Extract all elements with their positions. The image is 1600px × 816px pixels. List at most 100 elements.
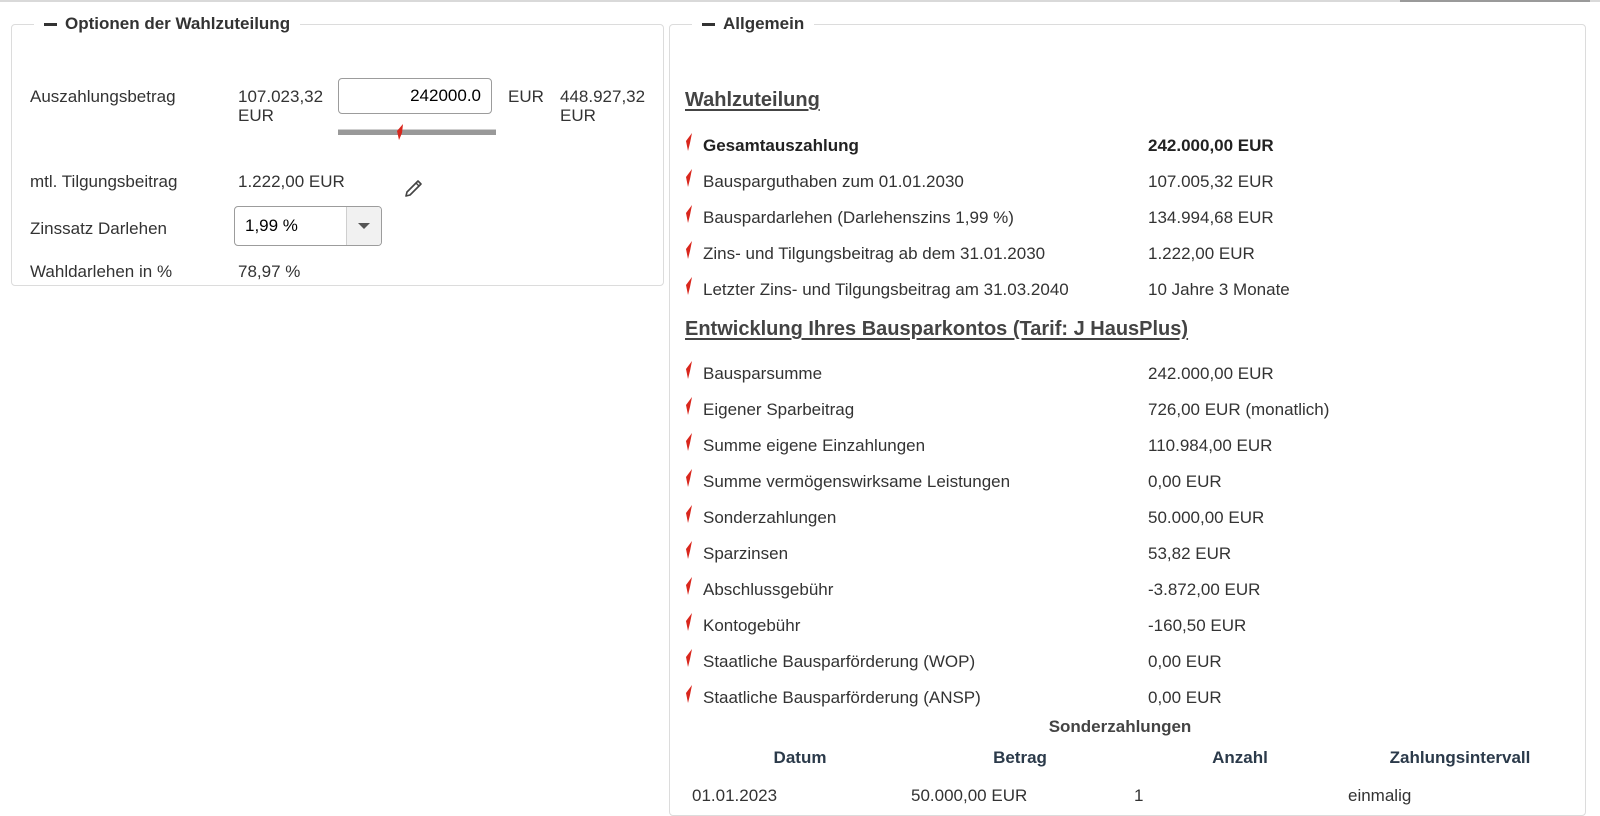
- entwicklung-row: Sonderzahlungen 50.000,00 EUR: [685, 505, 1565, 530]
- table-header-datum: Datum: [773, 748, 827, 767]
- entwicklung-row: Kontogebühr -160,50 EUR: [685, 613, 1565, 638]
- row-label: Bauspardarlehen (Darlehenszins 1,99 %): [703, 208, 1014, 227]
- red-marker-icon: [686, 169, 692, 187]
- row-label: Gesamtauszahlung: [703, 136, 859, 155]
- zinssatz-label: Zinssatz Darlehen: [30, 219, 168, 238]
- red-marker-icon: [686, 397, 692, 415]
- red-marker-icon: [686, 469, 692, 487]
- general-panel-legend[interactable]: Allgemein: [692, 14, 814, 34]
- wahlzuteilung-row: Letzter Zins- und Tilgungsbeitrag am 31.…: [685, 277, 1565, 302]
- collapse-icon[interactable]: [44, 22, 57, 26]
- table-header-zahlungsintervall: Zahlungsintervall: [1389, 748, 1531, 767]
- row-value: -3.872,00 EUR: [1148, 580, 1261, 599]
- red-marker-icon: [686, 133, 692, 151]
- entwicklung-row: Staatliche Bausparförderung (ANSP) 0,00 …: [685, 685, 1565, 710]
- row-value: 107.005,32 EUR: [1148, 172, 1274, 191]
- row-value: -160,50 EUR: [1148, 616, 1247, 635]
- red-marker-icon: [686, 205, 692, 223]
- row-label: Kontogebühr: [703, 616, 801, 635]
- entwicklung-row: Summe vermögenswirksame Leistungen 0,00 …: [685, 469, 1565, 494]
- options-panel: Optionen der Wahlzuteilung Auszahlungsbe…: [11, 14, 664, 286]
- row-label: Bausparguthaben zum 01.01.2030: [703, 172, 964, 191]
- auszahlung-min: 107.023,32 EUR: [238, 87, 323, 125]
- entwicklung-row: Eigener Sparbeitrag 726,00 EUR (monatlic…: [685, 397, 1565, 422]
- red-marker-icon: [686, 361, 692, 379]
- auszahlung-slider-track[interactable]: [338, 129, 496, 135]
- slider-thumb-icon[interactable]: [396, 124, 404, 140]
- row-value: 110.984,00 EUR: [1148, 436, 1273, 455]
- wahlzuteilung-heading: Wahlzuteilung: [685, 89, 820, 111]
- top-corner-edge: [1400, 0, 1590, 2]
- wahlzuteilung-row: Zins- und Tilgungsbeitrag ab dem 31.01.2…: [685, 241, 1565, 266]
- row-value: 242.000,00 EUR: [1148, 136, 1274, 155]
- red-marker-icon: [686, 649, 692, 667]
- row-label: Sparzinsen: [703, 544, 789, 563]
- entwicklung-row: Abschlussgebühr -3.872,00 EUR: [685, 577, 1565, 602]
- top-shadow: [0, 0, 1600, 2]
- zinssatz-selected[interactable]: 1,99 %: [235, 207, 346, 245]
- sonderzahlungen-table-caption: Sonderzahlungen: [1048, 717, 1192, 736]
- wahlzuteilung-row: Bauspardarlehen (Darlehenszins 1,99 %) 1…: [685, 205, 1565, 230]
- options-panel-legend[interactable]: Optionen der Wahlzuteilung: [34, 14, 300, 34]
- row-value: 50.000,00 EUR: [1148, 508, 1265, 527]
- row-value: 0,00 EUR: [1148, 472, 1222, 491]
- auszahlung-min-value: 107.023,32: [238, 87, 324, 106]
- row-value: 0,00 EUR: [1148, 652, 1222, 671]
- auszahlung-min-unit: EUR: [238, 106, 274, 125]
- entwicklung-row: Summe eigene Einzahlungen 110.984,00 EUR: [685, 433, 1565, 458]
- table-cell-betrag: 50.000,00 EUR: [911, 786, 1028, 805]
- wahldarlehen-value: 78,97 %: [238, 262, 301, 281]
- red-marker-icon: [686, 613, 692, 631]
- entwicklung-row: Staatliche Bausparförderung (WOP) 0,00 E…: [685, 649, 1565, 674]
- row-label: Eigener Sparbeitrag: [703, 400, 855, 419]
- wahlzuteilung-row: Gesamtauszahlung 242.000,00 EUR: [685, 133, 1565, 158]
- tilgungsbeitrag-label: mtl. Tilgungsbeitrag: [30, 172, 178, 191]
- row-label: Sonderzahlungen: [703, 508, 837, 527]
- general-panel: Allgemein Wahlzuteilung Gesamtauszahlung…: [669, 14, 1586, 816]
- row-label: Abschlussgebühr: [703, 580, 834, 599]
- row-value: 242.000,00 EUR: [1148, 364, 1274, 383]
- pencil-icon[interactable]: [403, 175, 425, 197]
- zinssatz-select[interactable]: 1,99 %: [234, 206, 382, 246]
- red-marker-icon: [686, 685, 692, 703]
- entwicklung-row: Bausparsumme 242.000,00 EUR: [685, 361, 1565, 386]
- row-label: Letzter Zins- und Tilgungsbeitrag am 31.…: [703, 280, 1069, 299]
- general-panel-title: Allgemein: [723, 14, 805, 33]
- auszahlung-max-value: 448.927,32: [560, 87, 646, 106]
- wahlzuteilung-row: Bausparguthaben zum 01.01.2030 107.005,3…: [685, 169, 1565, 194]
- row-label: Bausparsumme: [703, 364, 823, 383]
- row-label: Summe eigene Einzahlungen: [703, 436, 926, 455]
- row-label: Zins- und Tilgungsbeitrag ab dem 31.01.2…: [703, 244, 1046, 263]
- chevron-down-icon: [358, 223, 370, 229]
- table-cell-anzahl: 1: [1134, 786, 1144, 805]
- row-label: Staatliche Bausparförderung (WOP): [703, 652, 976, 671]
- row-value: 1.222,00 EUR: [1148, 244, 1255, 263]
- tilgungsbeitrag-value: 1.222,00 EUR: [238, 172, 345, 191]
- red-marker-icon: [686, 577, 692, 595]
- auszahlung-max: 448.927,32 EUR: [560, 87, 645, 125]
- options-panel-title: Optionen der Wahlzuteilung: [65, 14, 291, 33]
- red-marker-icon: [686, 277, 692, 295]
- zinssatz-dropdown-button[interactable]: [346, 207, 381, 245]
- table-cell-zahlungsintervall: einmalig: [1348, 786, 1412, 805]
- auszahlungsbetrag-input[interactable]: [338, 78, 492, 114]
- collapse-icon[interactable]: [702, 22, 715, 26]
- red-marker-icon: [686, 241, 692, 259]
- auszahlungsbetrag-label: Auszahlungsbetrag: [30, 87, 176, 106]
- row-value: 0,00 EUR: [1148, 688, 1222, 707]
- table-header-anzahl: Anzahl: [1212, 748, 1268, 767]
- table-header-betrag: Betrag: [993, 748, 1047, 767]
- row-value: 53,82 EUR: [1148, 544, 1232, 563]
- auszahlung-max-unit: EUR: [560, 106, 596, 125]
- table-cell-datum: 01.01.2023: [692, 786, 778, 805]
- auszahlung-unit: EUR: [508, 87, 544, 106]
- row-value: 134.994,68 EUR: [1148, 208, 1274, 227]
- wahldarlehen-label: Wahldarlehen in %: [30, 262, 173, 281]
- row-label: Staatliche Bausparförderung (ANSP): [703, 688, 981, 707]
- red-marker-icon: [686, 505, 692, 523]
- entwicklung-row: Sparzinsen 53,82 EUR: [685, 541, 1565, 566]
- red-marker-icon: [686, 433, 692, 451]
- row-label: Summe vermögenswirksame Leistungen: [703, 472, 1011, 491]
- row-value: 726,00 EUR (monatlich): [1148, 400, 1330, 419]
- entwicklung-heading: Entwicklung Ihres Bausparkontos (Tarif: …: [685, 318, 1189, 340]
